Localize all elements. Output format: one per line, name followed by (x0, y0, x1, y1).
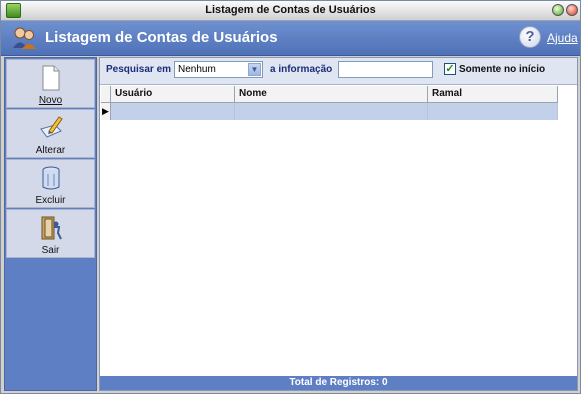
cell-nome[interactable] (235, 103, 428, 120)
table-header: Usuário Nome Ramal (101, 86, 558, 103)
sidebar-item-label: Excluir (35, 195, 66, 206)
info-label: a informação (270, 64, 333, 75)
column-header-nome[interactable]: Nome (235, 86, 428, 102)
search-field-label: Pesquisar em (106, 64, 172, 75)
page-title: Listagem de Contas de Usuários (45, 29, 278, 46)
exit-door-icon (41, 216, 62, 240)
search-field-value: Nenhum (178, 64, 216, 75)
cell-usuario[interactable] (111, 103, 235, 120)
sidebar-item-label: Alterar (35, 145, 66, 156)
minimize-button[interactable] (552, 4, 564, 16)
trash-can-icon (42, 166, 60, 190)
close-button[interactable] (566, 4, 578, 16)
main-content: Pesquisar em Nenhum ▼ a informação ✓ Som… (99, 57, 578, 391)
records-total: Total de Registros: 0 (100, 376, 577, 390)
edit-button[interactable]: Alterar (6, 109, 95, 158)
column-header-ramal[interactable]: Ramal (428, 86, 558, 102)
search-input[interactable] (338, 61, 433, 78)
exit-button[interactable]: Sair (6, 209, 95, 258)
sidebar: Novo Alterar Excluir Sair (4, 57, 97, 391)
chevron-down-icon[interactable]: ▼ (248, 63, 261, 76)
help-link[interactable]: Ajuda (547, 31, 578, 45)
sidebar-item-label: Sair (41, 245, 60, 256)
cell-ramal[interactable] (428, 103, 558, 120)
page-header: Listagem de Contas de Usuários ? Ajuda (1, 21, 580, 56)
sidebar-item-label: Novo (38, 95, 63, 106)
search-field-select[interactable]: Nenhum ▼ (174, 61, 263, 78)
new-document-icon (42, 65, 60, 91)
help-icon[interactable]: ? (519, 26, 541, 48)
row-indicator-header (101, 86, 111, 102)
search-bar: Pesquisar em Nenhum ▼ a informação ✓ Som… (100, 58, 577, 85)
application-window: Listagem de Contas de Usuários Listagem … (0, 0, 581, 394)
edit-icon (40, 116, 63, 138)
column-header-usuario[interactable]: Usuário (111, 86, 235, 102)
only-start-checkbox[interactable]: ✓ (444, 63, 456, 75)
delete-button[interactable]: Excluir (6, 159, 95, 208)
window-title: Listagem de Contas de Usuários (205, 4, 376, 16)
title-bar: Listagem de Contas de Usuários (1, 1, 580, 21)
only-start-label: Somente no início (459, 64, 546, 75)
current-row-icon: ▶ (101, 103, 111, 120)
new-button[interactable]: Novo (6, 59, 95, 108)
users-icon (13, 27, 36, 49)
